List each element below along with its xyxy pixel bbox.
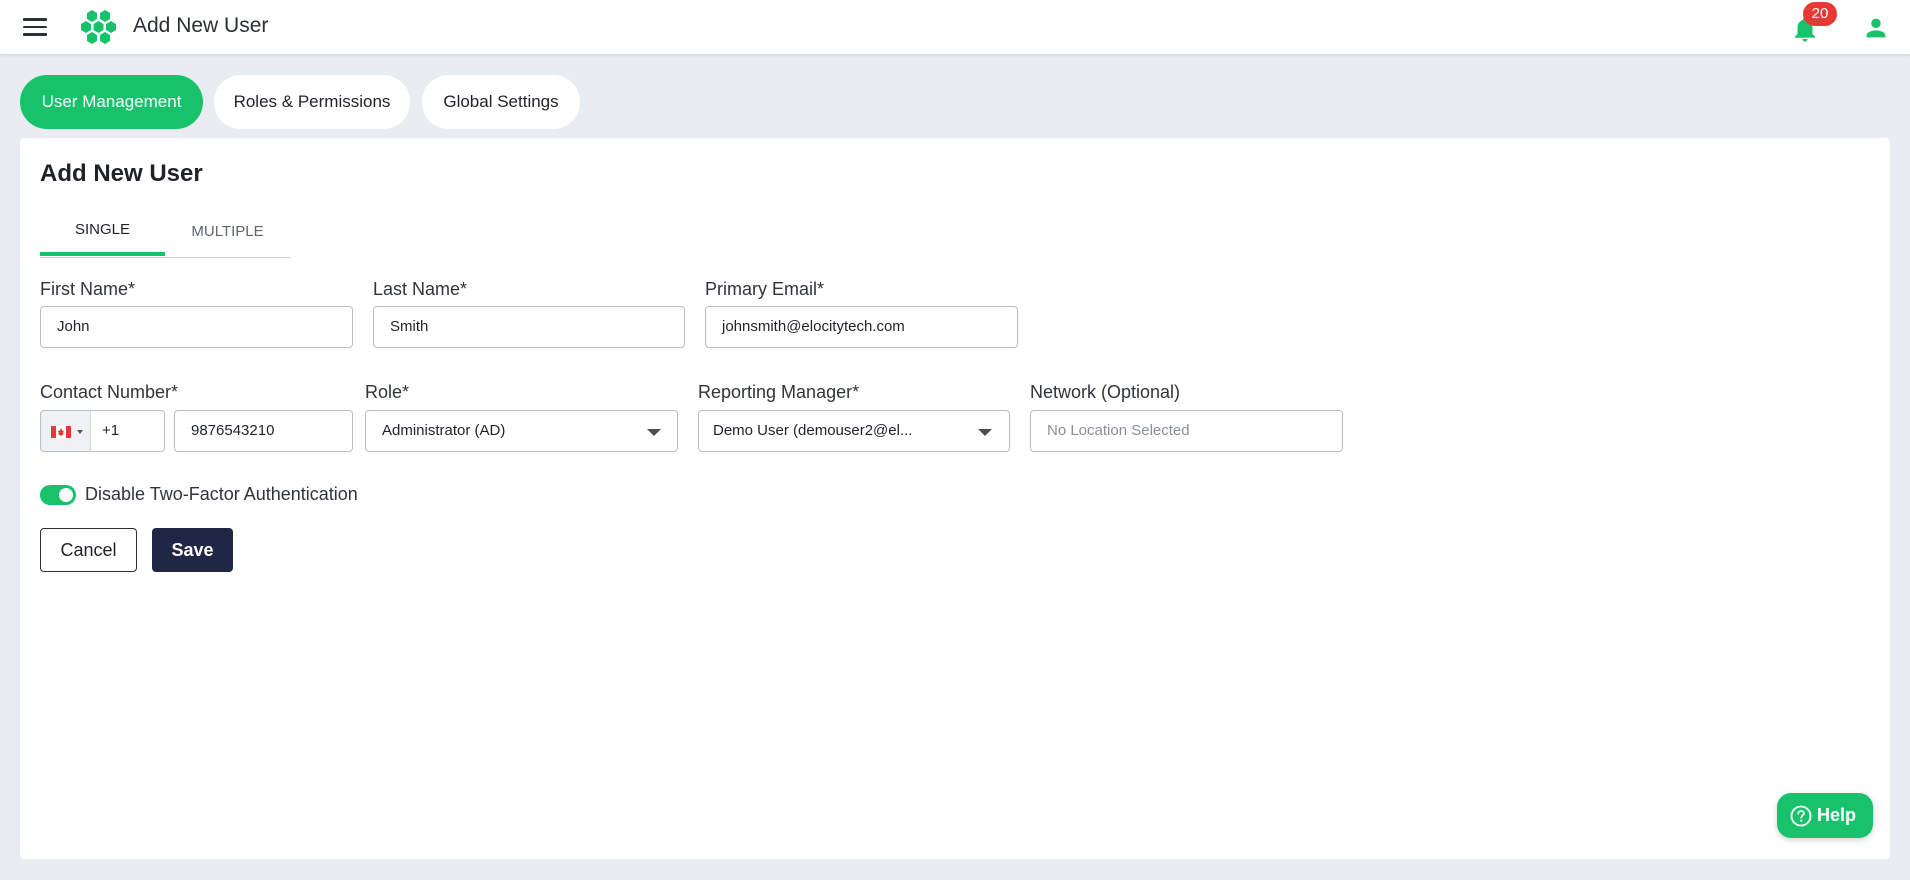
toggle-knob: [59, 488, 73, 502]
last-name-label: Last Name*: [373, 279, 468, 299]
chevron-down-icon: [77, 430, 83, 434]
mode-tabs: SINGLE MULTIPLE: [40, 212, 290, 258]
help-label: Help: [1817, 805, 1857, 825]
two-factor-label: Disable Two-Factor Authentication: [85, 484, 358, 504]
app-title: Add New User: [133, 14, 269, 37]
page-title: Add New User: [40, 160, 203, 187]
tab-single[interactable]: SINGLE: [40, 212, 165, 256]
role-label: Role*: [365, 382, 410, 402]
help-icon: [1790, 805, 1812, 827]
chevron-down-icon: [978, 429, 992, 436]
reporting-manager-value: Demo User (demouser2@el...: [713, 422, 913, 439]
contact-number-label: Contact Number*: [40, 382, 179, 402]
logo-icon: [81, 10, 116, 44]
tab-multiple[interactable]: MULTIPLE: [165, 214, 290, 258]
save-button[interactable]: Save: [152, 528, 233, 572]
country-code-selector[interactable]: [40, 410, 90, 452]
contact-number-input[interactable]: 9876543210: [174, 410, 353, 452]
reporting-manager-label: Reporting Manager*: [698, 382, 860, 402]
tab-global-settings[interactable]: Global Settings: [422, 75, 580, 129]
primary-email-label: Primary Email*: [705, 279, 825, 299]
two-factor-toggle[interactable]: [40, 485, 76, 505]
user-profile-icon[interactable]: [1862, 14, 1890, 42]
last-name-input[interactable]: Smith: [373, 306, 685, 348]
chevron-down-icon: [647, 429, 661, 436]
canada-flag-icon: [51, 426, 71, 438]
tab-user-management[interactable]: User Management: [20, 75, 203, 129]
notification-count-badge: 20: [1803, 2, 1837, 26]
reporting-manager-select[interactable]: Demo User (demouser2@el...: [698, 410, 1010, 452]
network-label: Network (Optional): [1030, 382, 1181, 402]
primary-email-input[interactable]: johnsmith@elocitytech.com: [705, 306, 1018, 348]
help-button[interactable]: Help: [1777, 793, 1873, 838]
role-select-value: Administrator (AD): [382, 422, 506, 439]
role-select[interactable]: Administrator (AD): [365, 410, 678, 452]
first-name-label: First Name*: [40, 279, 136, 299]
top-bar: Add New User 20: [0, 0, 1910, 54]
first-name-input[interactable]: John: [40, 306, 353, 348]
network-select[interactable]: No Location Selected: [1030, 410, 1343, 452]
active-tab-indicator: [40, 252, 165, 256]
cancel-button[interactable]: Cancel: [40, 528, 137, 572]
dial-code[interactable]: +1: [90, 410, 165, 452]
menu-icon[interactable]: [23, 18, 47, 36]
tab-roles-permissions[interactable]: Roles & Permissions: [214, 75, 410, 129]
